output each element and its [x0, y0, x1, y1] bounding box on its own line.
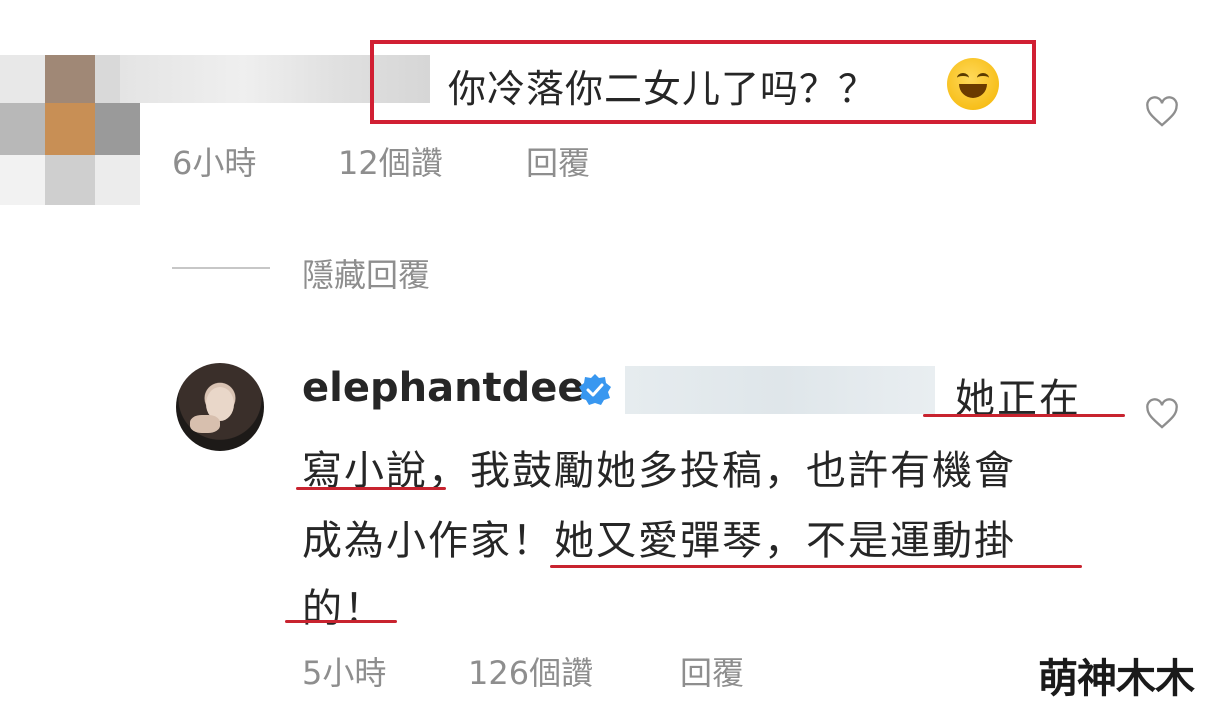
red-underline	[923, 414, 1125, 417]
comment-likes[interactable]: 12個讚	[338, 138, 443, 184]
red-underline	[296, 487, 446, 490]
censored-mention	[625, 366, 935, 414]
reply-time: 5小時	[302, 654, 387, 692]
comment-time: 6小時	[172, 144, 257, 182]
verified-badge-icon	[579, 374, 611, 405]
reply-reply-button[interactable]: 回覆	[680, 648, 744, 694]
censored-avatar	[0, 55, 140, 205]
reply-username[interactable]: elephantdee	[302, 365, 585, 411]
red-underline	[285, 620, 397, 623]
like-heart-icon[interactable]	[1144, 96, 1180, 128]
comment-text: 你冷落你二女儿了吗？？	[448, 67, 878, 111]
watermark: 萌神木木	[1038, 656, 1195, 702]
thread-divider	[172, 267, 270, 269]
reply-text-line-3: 成為小作家！她又愛彈琴，不是運動掛	[302, 518, 1016, 564]
avatar[interactable]	[176, 363, 264, 451]
comment-reply-button[interactable]: 回覆	[526, 138, 590, 184]
hide-replies-button[interactable]: 隱藏回覆	[302, 250, 430, 296]
red-underline	[550, 565, 1082, 568]
grinning-squinting-face-icon	[947, 58, 999, 110]
reply-likes[interactable]: 126個讚	[468, 648, 593, 694]
like-heart-icon[interactable]	[1144, 398, 1180, 430]
reply-text-line-4: 的！	[302, 586, 386, 632]
